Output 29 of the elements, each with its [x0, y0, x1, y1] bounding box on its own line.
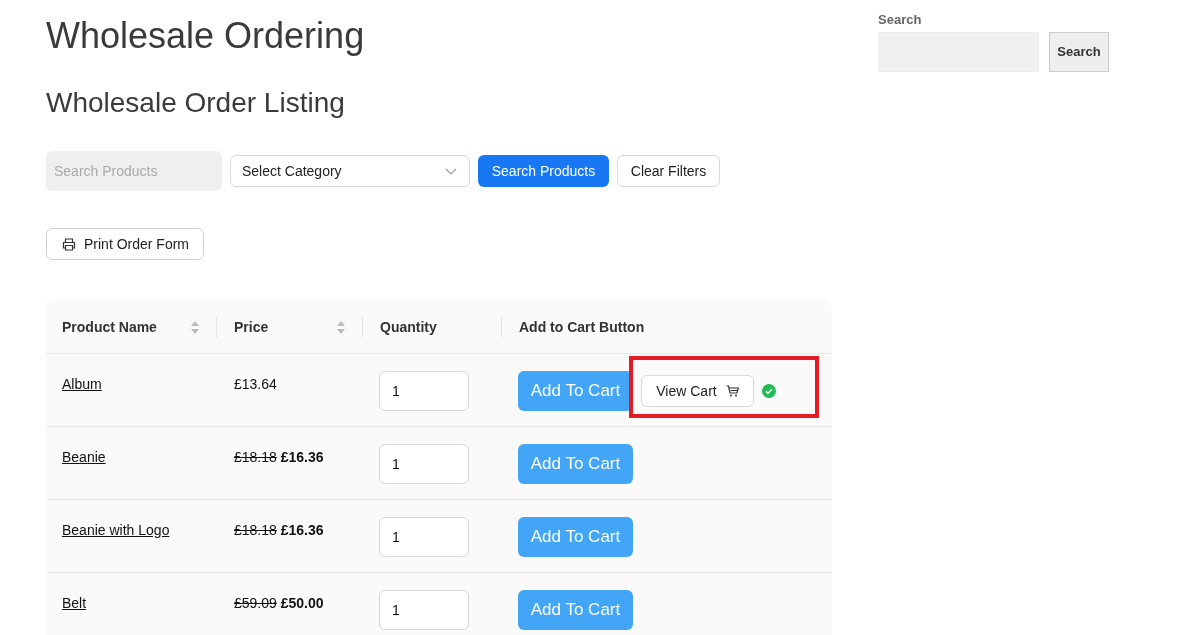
price-text: £18.18 £16.36 — [234, 449, 324, 465]
product-link[interactable]: Album — [62, 376, 102, 392]
price-text: £59.09 £50.00 — [234, 595, 324, 611]
search-products-button[interactable]: Search Products — [478, 155, 609, 187]
print-order-form-button[interactable]: Print Order Form — [46, 228, 204, 260]
quantity-input[interactable]: 1 — [379, 517, 469, 557]
column-header[interactable]: Product Name — [62, 316, 157, 338]
column-header: Add to Cart Button — [519, 317, 645, 337]
sidebar-search-button[interactable]: Search — [1049, 32, 1109, 72]
product-link[interactable]: Beanie with Logo — [62, 522, 170, 538]
quantity-input[interactable]: 1 — [379, 444, 469, 484]
price-text: £18.18 £16.36 — [234, 522, 324, 538]
price-text: £13.64 — [234, 376, 277, 392]
product-link[interactable]: Belt — [62, 595, 87, 611]
clear-filters-button[interactable]: Clear Filters — [617, 155, 720, 187]
quantity-input[interactable]: 1 — [379, 590, 469, 630]
search-field[interactable]: Search Products — [46, 151, 222, 191]
column-header: Quantity — [380, 317, 437, 337]
cart-icon — [725, 385, 739, 397]
category-select[interactable]: Select Category — [230, 155, 470, 187]
page-subtitle: Wholesale Order Listing — [46, 86, 345, 120]
printer-icon — [62, 237, 76, 251]
quantity-input[interactable]: 1 — [379, 371, 469, 411]
page-title: Wholesale Ordering — [46, 14, 365, 58]
chevron-down-icon — [445, 167, 457, 175]
column-header[interactable]: Price — [234, 316, 269, 338]
product-link[interactable]: Beanie — [62, 449, 106, 465]
view-cart-button[interactable]: View Cart — [641, 375, 754, 407]
search-label: Search — [878, 12, 922, 28]
